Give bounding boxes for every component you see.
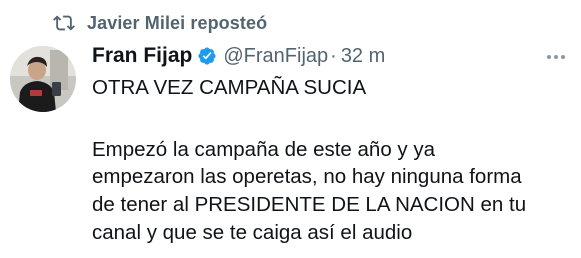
avatar-image xyxy=(10,46,76,112)
more-options-button[interactable] xyxy=(541,44,571,70)
author-display-name[interactable]: Fran Fijap xyxy=(92,44,192,68)
verified-badge-icon[interactable] xyxy=(197,46,217,66)
avatar[interactable] xyxy=(10,46,76,112)
tweet-timestamp[interactable]: 32 m xyxy=(341,45,385,68)
repost-icon xyxy=(53,15,75,31)
repost-label: Javier Milei reposteó xyxy=(87,12,268,33)
more-options-icon xyxy=(554,55,558,59)
more-options-icon xyxy=(561,55,565,59)
tweet-body-line: de tener al PRESIDENTE DE LA NACION en t… xyxy=(92,193,527,216)
separator-dot: · xyxy=(330,44,337,67)
more-options-icon xyxy=(547,55,551,59)
tweet-body-line: empezaron las operetas, no hay ninguna f… xyxy=(92,165,522,188)
tweet-title-line: OTRA VEZ CAMPAÑA SUCIA xyxy=(92,76,367,99)
tweet[interactable]: Javier Milei reposteó Fran Fijap @FranFi… xyxy=(0,0,581,258)
repost-indicator[interactable]: Javier Milei reposteó xyxy=(53,11,267,35)
author-handle[interactable]: @FranFijap xyxy=(223,45,328,68)
tweet-header: Fran Fijap @FranFijap · 32 m xyxy=(92,41,385,71)
tweet-body-line: Empezó la campaña de este año y ya xyxy=(92,138,436,161)
tweet-body-line: canal y que se te caiga así el audio xyxy=(92,221,413,244)
